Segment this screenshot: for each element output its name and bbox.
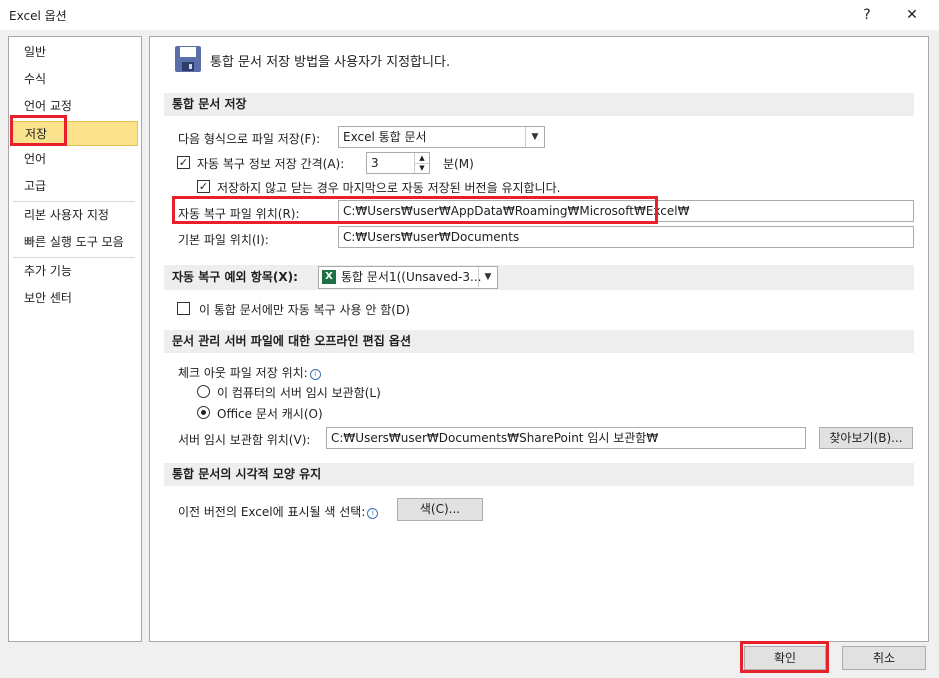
autorecover-location-label: 자동 복구 파일 위치(R): (178, 207, 300, 221)
autorecover-interval-spinner[interactable]: 3 ▲ ▼ (366, 152, 430, 174)
browse-button[interactable]: 찾아보기(B)... (819, 427, 913, 449)
color-select-label: 이전 버전의 Excel에 표시될 색 선택: i (178, 503, 379, 520)
save-format-value: Excel 통합 문서 (343, 130, 427, 144)
minutes-label: 분(M) (443, 157, 474, 171)
autorecover-checkbox[interactable]: ✓ (177, 156, 190, 169)
ok-button[interactable]: 확인 (744, 646, 826, 670)
cancel-button[interactable]: 취소 (842, 646, 926, 670)
sidebar-item-proofing[interactable]: 언어 교정 (10, 94, 138, 119)
keep-last-autosave-label: 저장하지 않고 닫는 경우 마지막으로 자동 저장된 버전을 유지합니다. (217, 181, 561, 195)
sidebar-item-customize-ribbon[interactable]: 리본 사용자 지정 (10, 203, 138, 228)
sidebar-item-language[interactable]: 언어 (10, 147, 138, 172)
close-icon[interactable]: ✕ (897, 4, 927, 26)
sidebar: 일반 수식 언어 교정 저장 언어 고급 리본 사용자 지정 빠른 실행 도구 … (8, 36, 142, 642)
autorecover-label: 자동 복구 정보 저장 간격(A): (197, 157, 345, 171)
interval-value: 3 (371, 156, 379, 170)
default-location-value: C:₩Users₩user₩Documents (343, 230, 520, 244)
window-title: Excel 옵션 (9, 9, 67, 23)
disable-autorecover-label: 이 통합 문서에만 자동 복구 사용 안 함(D) (199, 303, 410, 317)
sidebar-divider (13, 201, 135, 202)
sidebar-item-general[interactable]: 일반 (10, 40, 138, 65)
title-bar: Excel 옵션 ? ✕ (0, 0, 939, 30)
spin-down-icon[interactable]: ▼ (414, 163, 429, 173)
exceptions-workbook-dropdown[interactable]: X 통합 문서1((Unsaved-3... ▼ (318, 266, 498, 289)
color-button[interactable]: 색(C)... (397, 498, 483, 521)
radio-office-cache[interactable] (197, 406, 210, 419)
sidebar-item-advanced[interactable]: 고급 (10, 174, 138, 199)
chevron-down-icon: ▼ (478, 267, 497, 287)
disable-autorecover-checkbox[interactable] (177, 302, 190, 315)
sidebar-item-quick-access[interactable]: 빠른 실행 도구 모음 (10, 230, 138, 255)
radio-selected-dot (201, 410, 206, 415)
radio-server-drafts-label: 이 컴퓨터의 서버 임시 보관함(L) (217, 386, 381, 400)
exceptions-workbook-value: 통합 문서1((Unsaved-3... (341, 270, 482, 284)
radio-office-cache-label: Office 문서 캐시(O) (217, 407, 323, 421)
checkout-location-label: 체크 아웃 파일 저장 위치: i (178, 364, 321, 381)
default-location-label: 기본 파일 위치(I): (178, 233, 269, 247)
section-header-offline: 문서 관리 서버 파일에 대한 오프라인 편집 옵션 (164, 330, 914, 353)
sidebar-item-save[interactable]: 저장 (10, 121, 138, 146)
save-format-label: 다음 형식으로 파일 저장(F): (178, 132, 321, 146)
info-icon: i (309, 369, 321, 380)
page-description: 통합 문서 저장 방법을 사용자가 지정합니다. (210, 55, 451, 70)
section-header-visual: 통합 문서의 시각적 모양 유지 (164, 463, 914, 486)
info-icon: i (367, 508, 379, 519)
chevron-down-icon: ▼ (525, 127, 544, 147)
keep-last-autosave-checkbox[interactable]: ✓ (197, 180, 210, 193)
autorecover-location-value: C:₩Users₩user₩AppData₩Roaming₩Microsoft₩… (343, 204, 690, 218)
color-select-text: 이전 버전의 Excel에 표시될 색 선택: (178, 505, 366, 519)
options-panel: 통합 문서 저장 방법을 사용자가 지정합니다. 통합 문서 저장 다음 형식으… (149, 36, 929, 642)
sidebar-item-trust-center[interactable]: 보안 센터 (10, 286, 138, 311)
radio-server-drafts[interactable] (197, 385, 210, 398)
sidebar-item-addins[interactable]: 추가 기능 (10, 259, 138, 284)
checkout-location-text: 체크 아웃 파일 저장 위치: (178, 366, 308, 380)
autorecover-location-input[interactable]: C:₩Users₩user₩AppData₩Roaming₩Microsoft₩… (338, 200, 914, 222)
drafts-location-value: C:₩Users₩user₩Documents₩SharePoint 임시 보관… (331, 431, 659, 445)
save-disk-icon (175, 46, 201, 72)
sidebar-divider (13, 257, 135, 258)
sidebar-item-formulas[interactable]: 수식 (10, 67, 138, 92)
help-icon[interactable]: ? (852, 4, 882, 26)
drafts-location-input[interactable]: C:₩Users₩user₩Documents₩SharePoint 임시 보관… (326, 427, 806, 449)
excel-icon: X (322, 270, 336, 284)
section-header-save: 통합 문서 저장 (164, 93, 914, 116)
section-header-exceptions: 자동 복구 예외 항목(X): (164, 265, 914, 290)
save-format-dropdown[interactable]: Excel 통합 문서 ▼ (338, 126, 545, 148)
drafts-location-label: 서버 임시 보관함 위치(V): (178, 433, 311, 447)
default-location-input[interactable]: C:₩Users₩user₩Documents (338, 226, 914, 248)
